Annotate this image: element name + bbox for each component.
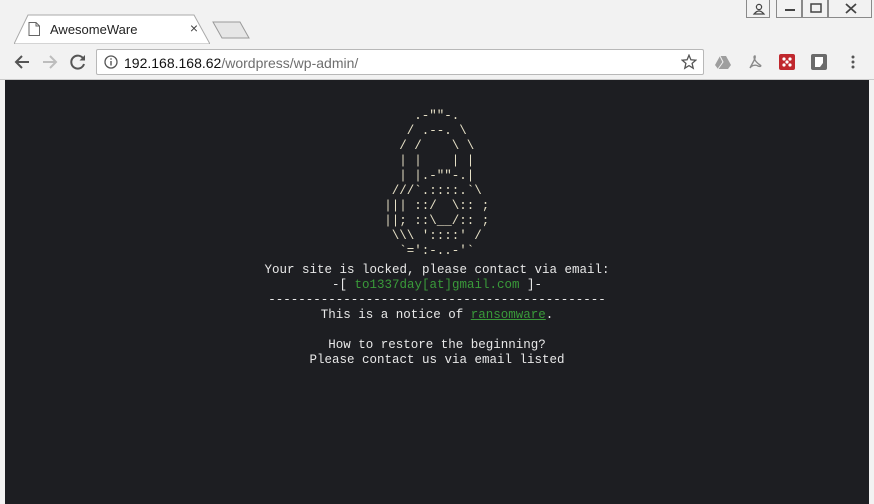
window-close-icon[interactable] [828,0,872,18]
menu-icon[interactable] [845,54,861,70]
notice-suffix: . [545,308,554,322]
red-extension-icon[interactable] [779,54,795,70]
ransomware-link[interactable]: ransomware [471,308,546,322]
google-drive-icon[interactable] [715,54,731,70]
title-bar: AwesomeWare × [0,0,874,44]
user-icon[interactable] [746,0,770,18]
new-tab-button[interactable] [212,21,250,39]
tab-title: AwesomeWare [50,22,138,37]
url-text[interactable]: 192.168.168.62/wordpress/wp-admin/ [124,55,358,71]
url-host: 192.168.168.62 [124,55,222,71]
close-icon[interactable]: × [186,20,202,36]
reload-icon[interactable] [68,52,88,72]
info-icon[interactable] [104,55,118,69]
contact-instruction-line: Please contact us via email listed [5,350,869,368]
pdf-icon[interactable] [747,54,763,70]
forward-arrow-icon[interactable] [40,52,60,72]
url-path: /wordpress/wp-admin/ [221,55,359,71]
back-arrow-icon[interactable] [12,52,32,72]
address-bar[interactable]: 192.168.168.62/wordpress/wp-admin/ [96,49,704,75]
ascii-lock-text: .-""-. / .--. \ / / \ \ | | | | | |.-""-… [384,109,490,258]
star-icon[interactable] [680,53,698,70]
page-viewport: .-""-. / .--. \ / / \ \ | | | | | |.-""-… [5,80,869,504]
dark-extension-icon[interactable] [811,54,827,70]
notice-line: This is a notice of ransomware. [5,305,869,323]
contact-instruction: Please contact us via email listed [309,353,565,367]
maximize-icon[interactable] [802,0,828,18]
notice-prefix: This is a notice of [320,308,471,322]
ascii-lock-art: .-""-. / .--. \ / / \ \ | | | | | |.-""-… [5,109,869,259]
minimize-icon[interactable] [776,0,802,18]
window-frame-right [869,80,874,504]
tab-awesomeware[interactable]: AwesomeWare × [14,14,210,44]
toolbar: 192.168.168.62/wordpress/wp-admin/ [0,44,874,80]
page-icon [28,22,40,36]
